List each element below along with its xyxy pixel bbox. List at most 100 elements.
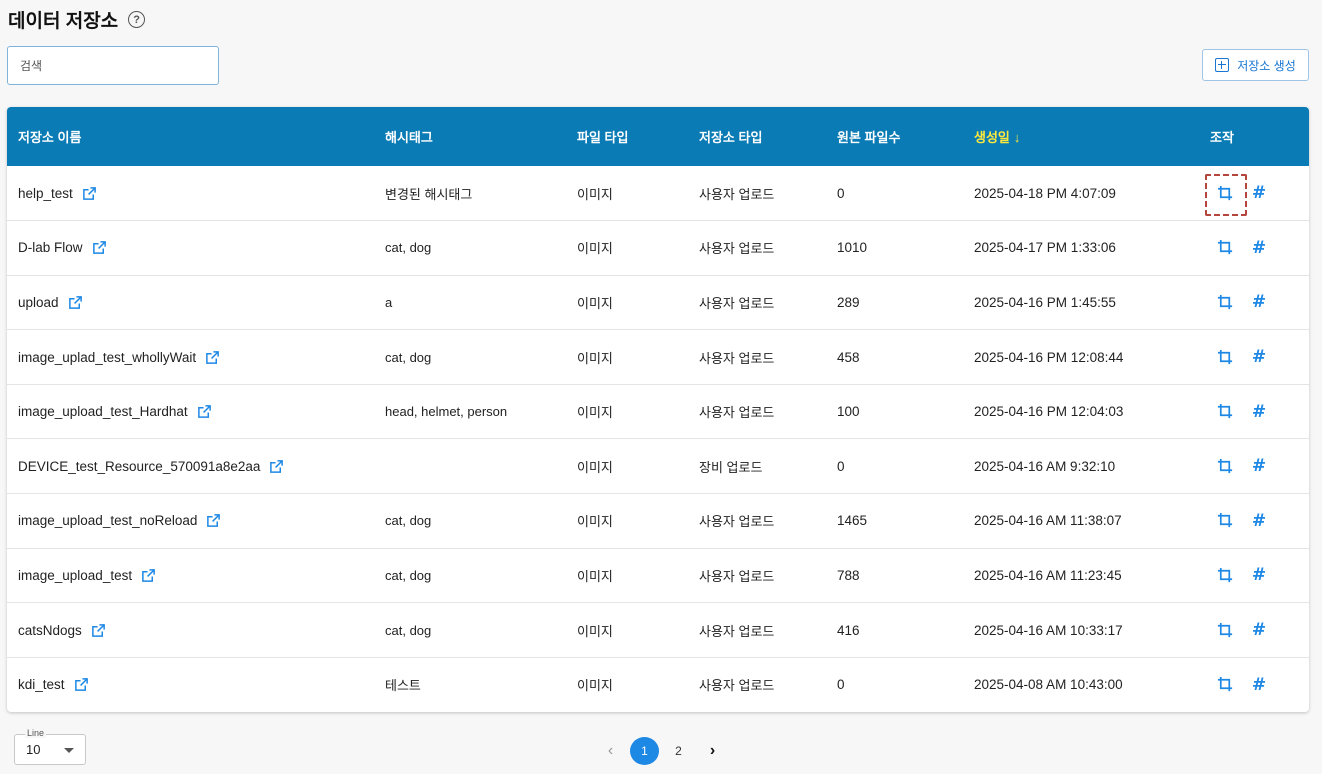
repo-name-cell: image_upload_test_noReload [7, 494, 374, 549]
created-date-cell: 2025-04-16 AM 9:32:10 [974, 458, 1116, 474]
next-page-button[interactable]: › [698, 737, 727, 765]
actions-cell: # [1199, 384, 1309, 439]
repo-name[interactable]: image_upload_test [18, 568, 132, 583]
repo-type-cell: 사용자 업로드 [699, 241, 775, 257]
external-link-icon[interactable] [74, 677, 89, 692]
column-header-name[interactable]: 저장소 이름 [7, 107, 374, 166]
external-link-icon[interactable] [92, 240, 107, 255]
table-row: kdi_test 테스트 이미지 사용자 업로드 0 2025-04-08 AM 10:4… [7, 657, 1309, 712]
hashtag-icon[interactable]: # [1250, 511, 1268, 531]
hashtag-cell: 변경된 해시태그 [385, 186, 473, 202]
created-date-cell: 2025-04-18 PM 4:07:09 [974, 185, 1116, 201]
table-row: image_upload_test_Hardhat head, helmet, p… [7, 384, 1309, 439]
question-circle-icon[interactable]: ? [128, 11, 146, 28]
repo-name[interactable]: kdi_test [18, 677, 65, 692]
external-link-icon[interactable] [205, 350, 220, 365]
external-link-icon[interactable] [82, 186, 97, 201]
crop-icon[interactable] [1216, 676, 1234, 694]
repo-name-cell: D-lab Flow [7, 221, 374, 276]
repo-type-cell: 사용자 업로드 [699, 350, 775, 366]
column-header-created[interactable]: 생성일 ↓ [963, 107, 1199, 166]
crop-icon[interactable] [1216, 566, 1234, 584]
repo-name-cell: image_upload_test [7, 548, 374, 603]
table-row: upload a 이미지 사용자 업로드 289 2025-04-16 PM 1:45:5… [7, 275, 1309, 330]
actions-cell: # [1199, 548, 1309, 603]
actions-cell: # [1199, 494, 1309, 549]
repo-name[interactable]: DEVICE_test_Resource_570091a8e2aa [18, 459, 260, 474]
repo-name[interactable]: image_upload_test_Hardhat [18, 404, 188, 419]
repo-name-cell: image_upload_test_Hardhat [7, 384, 374, 439]
repo-name[interactable]: image_upload_test_noReload [18, 513, 197, 528]
created-date-cell: 2025-04-16 PM 1:45:55 [974, 294, 1116, 310]
column-header-file-type[interactable]: 파일 타입 [566, 107, 688, 166]
crop-icon[interactable] [1216, 621, 1234, 639]
repo-type-cell: 사용자 업로드 [699, 186, 775, 202]
repository-table: 저장소 이름 해시태그 파일 타입 저장소 타입 원본 파일수 생성일 ↓ 조작 … [7, 107, 1309, 712]
rows-per-page-select[interactable]: Line 10 [14, 728, 86, 765]
hashtag-icon[interactable]: # [1250, 347, 1268, 367]
repo-name[interactable]: upload [18, 295, 59, 310]
actions-cell: # [1199, 166, 1309, 221]
hashtag-icon[interactable]: # [1250, 620, 1268, 640]
file-type-cell: 이미지 [577, 568, 613, 584]
file-type-cell: 이미지 [577, 241, 613, 257]
prev-page-button[interactable]: ‹ [596, 737, 625, 765]
column-header-repo-type[interactable]: 저장소 타입 [688, 107, 826, 166]
hashtag-cell: cat, dog [385, 513, 432, 529]
external-link-icon[interactable] [141, 568, 156, 583]
pagination: ‹ 1 2 › [596, 737, 732, 765]
repo-name-cell: help_test [7, 166, 374, 221]
repo-name-cell: DEVICE_test_Resource_570091a8e2aa [7, 439, 374, 494]
hashtag-icon[interactable]: # [1250, 292, 1268, 312]
created-date-cell: 2025-04-08 AM 10:43:00 [974, 677, 1123, 693]
file-type-cell: 이미지 [577, 186, 613, 202]
repo-name[interactable]: D-lab Flow [18, 240, 83, 255]
hashtag-cell: head, helmet, person [385, 404, 508, 420]
file-count-cell: 289 [837, 294, 860, 310]
hashtag-icon[interactable]: # [1250, 456, 1268, 476]
file-type-cell: 이미지 [577, 514, 613, 530]
actions-cell: # [1199, 330, 1309, 385]
file-count-cell: 0 [837, 458, 845, 474]
table-row: image_upload_test_noReload cat, dog 이미지 사용자… [7, 494, 1309, 549]
crop-icon[interactable] [1216, 512, 1234, 530]
repo-name[interactable]: image_uplad_test_whollyWait [18, 350, 196, 365]
crop-icon[interactable] [1216, 403, 1234, 421]
external-link-icon[interactable] [197, 404, 212, 419]
created-date-cell: 2025-04-16 PM 12:04:03 [974, 404, 1124, 420]
file-count-cell: 100 [837, 404, 860, 420]
hashtag-icon[interactable]: # [1250, 183, 1268, 203]
external-link-icon[interactable] [269, 459, 284, 474]
repo-name-cell: image_uplad_test_whollyWait [7, 330, 374, 385]
create-repository-button[interactable]: 저장소 생성 [1202, 49, 1309, 81]
actions-cell: # [1199, 657, 1309, 712]
hashtag-cell: cat, dog [385, 349, 432, 365]
repo-type-cell: 장비 업로드 [699, 459, 763, 475]
crop-icon[interactable] [1205, 174, 1247, 217]
crop-icon[interactable] [1216, 348, 1234, 366]
crop-icon[interactable] [1216, 239, 1234, 257]
table-row: D-lab Flow cat, dog 이미지 사용자 업로드 1010 2025-04-… [7, 221, 1309, 276]
page-button-2[interactable]: 2 [664, 737, 693, 765]
column-header-hashtag[interactable]: 해시태그 [374, 107, 566, 166]
hashtag-icon[interactable]: # [1250, 675, 1268, 695]
repo-name[interactable]: help_test [18, 186, 73, 201]
external-link-icon[interactable] [206, 513, 221, 528]
crop-icon[interactable] [1216, 457, 1234, 475]
hashtag-icon[interactable]: # [1250, 402, 1268, 422]
external-link-icon[interactable] [68, 295, 83, 310]
hashtag-cell: a [385, 294, 393, 310]
column-header-file-count[interactable]: 원본 파일수 [826, 107, 963, 166]
crop-icon[interactable] [1216, 293, 1234, 311]
page-title: 데이터 저장소 ? [8, 6, 146, 33]
external-link-icon[interactable] [91, 623, 106, 638]
repo-type-cell: 사용자 업로드 [699, 568, 775, 584]
hashtag-icon[interactable]: # [1250, 238, 1268, 258]
page-button-1[interactable]: 1 [630, 737, 659, 765]
repo-name-cell: upload [7, 275, 374, 330]
search-input[interactable] [7, 46, 219, 85]
repo-name-cell: catsNdogs [7, 603, 374, 658]
hashtag-icon[interactable]: # [1250, 565, 1268, 585]
page-title-text: 데이터 저장소 [8, 11, 119, 32]
repo-name[interactable]: catsNdogs [18, 623, 82, 638]
